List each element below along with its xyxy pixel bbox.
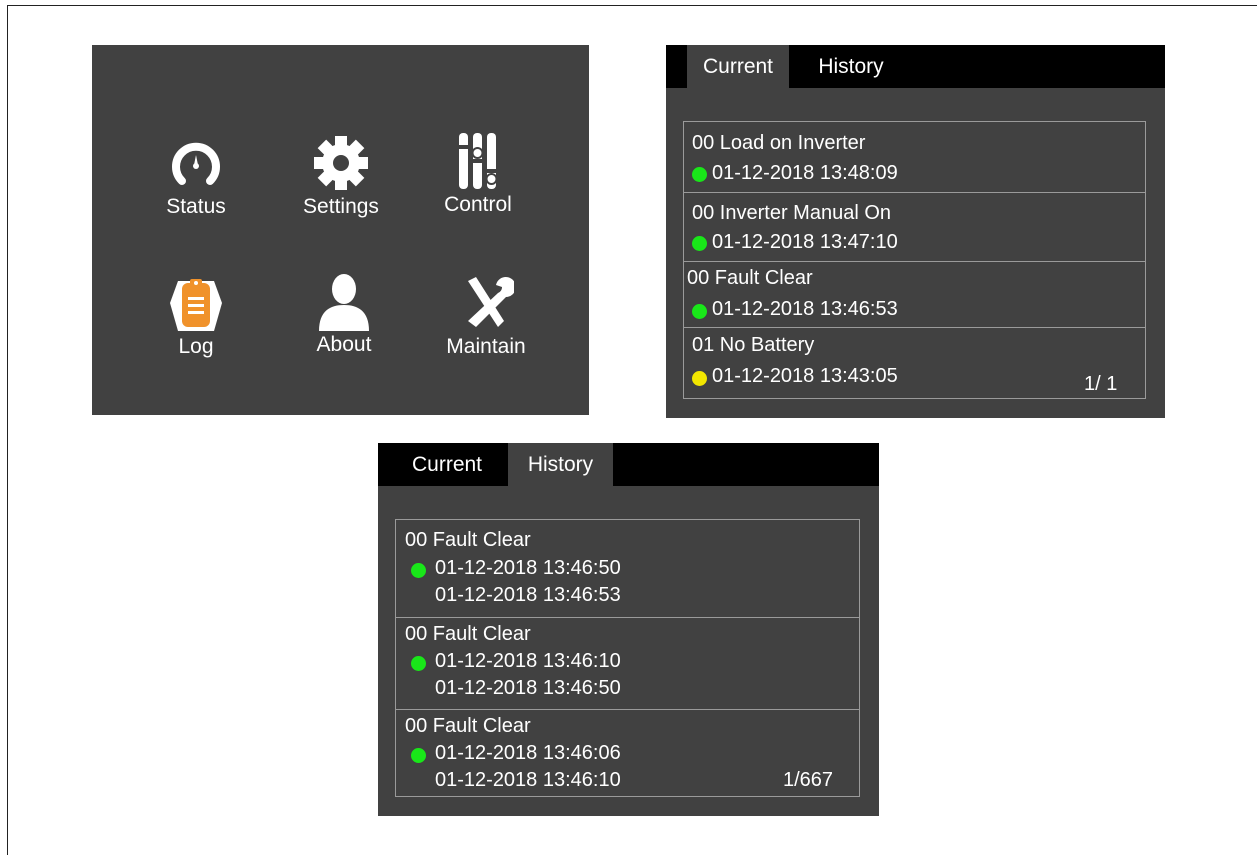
list-item[interactable]: 00 Fault Clear 01-12-2018 13:46:06 01-12… (396, 709, 859, 796)
list-item[interactable]: 00 Inverter Manual On 01-12-2018 13:47:1… (684, 192, 1145, 261)
current-alarms-panel: Current History 00 Load on Inverter 01-1… (666, 45, 1165, 418)
main-menu-panel: Status Settings Control Log About Mainta… (92, 45, 589, 415)
gear-icon (311, 133, 371, 193)
gauge-icon (166, 133, 226, 193)
menu-label-control: Control (444, 193, 512, 216)
alarm-title: 00 Fault Clear (405, 715, 531, 737)
alarm-title: 00 Fault Clear (405, 529, 531, 551)
alarm-title: 00 Fault Clear (405, 623, 531, 645)
alarm-end-time: 01-12-2018 13:46:50 (435, 677, 621, 699)
alarm-list: 00 Load on Inverter 01-12-2018 13:48:09 … (683, 121, 1146, 399)
alarm-start-time: 01-12-2018 13:46:10 (435, 650, 621, 672)
tab-history[interactable]: History (798, 45, 904, 88)
menu-item-maintain[interactable]: Maintain (426, 273, 546, 373)
tab-current[interactable]: Current (687, 45, 789, 88)
status-dot-icon (411, 563, 426, 578)
list-item[interactable]: 00 Fault Clear 01-12-2018 13:46:10 01-12… (396, 617, 859, 709)
list-item[interactable]: 00 Fault Clear 01-12-2018 13:46:50 01-12… (396, 520, 859, 617)
history-alarms-panel: Current History 00 Fault Clear 01-12-201… (378, 443, 879, 816)
status-dot-icon (411, 748, 426, 763)
menu-item-status[interactable]: Status (136, 133, 256, 233)
alarm-time: 01-12-2018 13:46:53 (712, 298, 898, 320)
status-dot-icon (692, 304, 707, 319)
tab-bar: Current History (666, 45, 1165, 88)
alarm-end-time: 01-12-2018 13:46:53 (435, 584, 621, 606)
menu-label-about: About (316, 333, 372, 356)
alarm-title: 00 Fault Clear (687, 267, 813, 289)
status-dot-icon (411, 656, 426, 671)
list-item[interactable]: 00 Fault Clear 01-12-2018 13:46:53 (684, 261, 1145, 327)
menu-label-status: Status (166, 195, 226, 218)
tab-current[interactable]: Current (396, 443, 498, 486)
page-indicator: 1/ 1 (1084, 373, 1118, 395)
status-dot-icon (692, 167, 707, 182)
menu-label-settings: Settings (303, 195, 379, 218)
alarm-title: 01 No Battery (692, 334, 815, 356)
tools-icon (456, 273, 516, 333)
user-icon (314, 271, 374, 331)
list-item[interactable]: 00 Load on Inverter 01-12-2018 13:48:09 (684, 122, 1145, 192)
page-indicator: 1/667 (783, 769, 834, 791)
status-dot-icon (692, 371, 707, 386)
menu-label-log: Log (178, 335, 214, 358)
alarm-time: 01-12-2018 13:43:05 (712, 365, 898, 387)
sliders-icon (448, 131, 508, 191)
history-list: 00 Fault Clear 01-12-2018 13:46:50 01-12… (395, 519, 860, 797)
menu-item-control[interactable]: Control (418, 131, 538, 231)
alarm-time: 01-12-2018 13:48:09 (712, 162, 898, 184)
menu-item-log[interactable]: Log (136, 273, 256, 373)
alarm-title: 00 Load on Inverter (692, 132, 866, 154)
alarm-time: 01-12-2018 13:47:10 (712, 231, 898, 253)
menu-label-maintain: Maintain (446, 335, 526, 358)
alarm-end-time: 01-12-2018 13:46:10 (435, 769, 621, 791)
alarm-start-time: 01-12-2018 13:46:06 (435, 742, 621, 764)
menu-item-settings[interactable]: Settings (281, 133, 401, 233)
tab-bar: Current History (378, 443, 879, 486)
clipboard-icon (166, 273, 226, 333)
menu-item-about[interactable]: About (284, 271, 404, 371)
alarm-title: 00 Inverter Manual On (692, 202, 891, 224)
list-item[interactable]: 01 No Battery 01-12-2018 13:43:05 1/ 1 (684, 327, 1145, 398)
alarm-start-time: 01-12-2018 13:46:50 (435, 557, 621, 579)
tab-history[interactable]: History (508, 443, 613, 486)
status-dot-icon (692, 236, 707, 251)
